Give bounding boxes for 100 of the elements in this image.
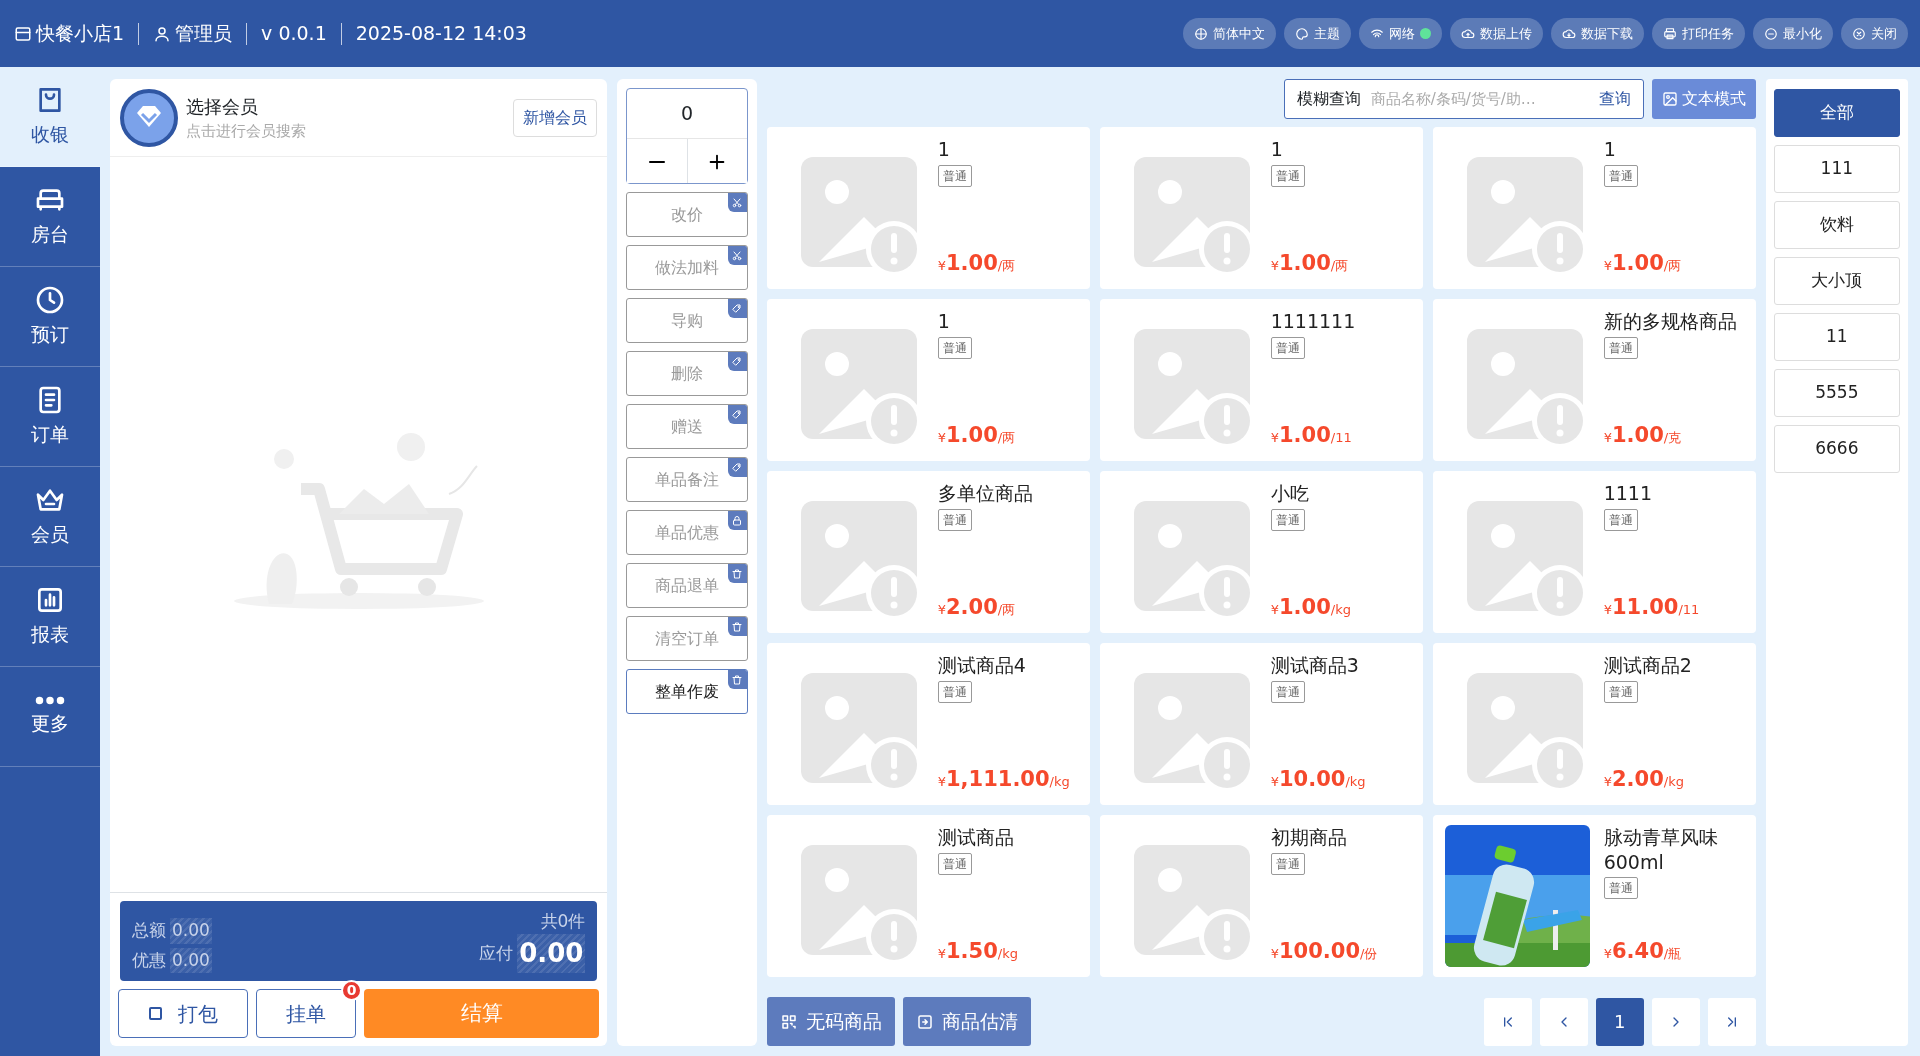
search-button[interactable]: 查询 bbox=[1590, 87, 1631, 111]
close-icon bbox=[1852, 26, 1866, 41]
product-price: ¥10.00/kg bbox=[1270, 765, 1366, 793]
product-name: 1 bbox=[937, 137, 951, 162]
pagination-button[interactable] bbox=[1707, 997, 1756, 1046]
category-button[interactable]: 5555 bbox=[1773, 369, 1900, 417]
product-name: 新的多规格商品 bbox=[1603, 309, 1737, 334]
printer-icon bbox=[1663, 26, 1677, 41]
action-button[interactable]: 无码商品 bbox=[766, 997, 895, 1046]
product-name: 初期商品 bbox=[1270, 825, 1348, 850]
quantity-value: 0 bbox=[680, 101, 694, 127]
product-card[interactable]: 新的多规格商品 普通 ¥1.00/克 bbox=[1432, 299, 1756, 461]
product-tag: 普通 bbox=[1270, 852, 1305, 875]
toolbar-button[interactable]: 网络 bbox=[1359, 17, 1442, 50]
product-tag: 普通 bbox=[937, 508, 972, 531]
pagination-button[interactable] bbox=[1651, 997, 1700, 1046]
product-card[interactable]: 1 普通 ¥1.00/两 bbox=[1432, 127, 1756, 289]
member-hint: 点击进行会员搜索 bbox=[186, 120, 307, 142]
toolbar-button[interactable]: 打印任务 bbox=[1652, 17, 1745, 50]
product-name: 1111 bbox=[1603, 481, 1654, 506]
category-button[interactable]: 饮料 bbox=[1773, 201, 1900, 249]
total-label: 总额 bbox=[132, 919, 166, 942]
product-name: 测试商品3 bbox=[1270, 653, 1360, 678]
add-member-button[interactable]: 新增会员 bbox=[513, 98, 598, 137]
product-tag: 普通 bbox=[1603, 336, 1638, 359]
product-price: ¥1.00/两 bbox=[937, 421, 1016, 449]
product-name: 测试商品4 bbox=[937, 653, 1027, 678]
product-card[interactable]: 1 普通 ¥1.00/两 bbox=[766, 127, 1090, 289]
toolbar-button[interactable]: 最小化 bbox=[1753, 17, 1833, 50]
product-card[interactable]: 1111 普通 ¥11.00/11 bbox=[1432, 471, 1756, 633]
product-name: 测试商品2 bbox=[1603, 653, 1692, 678]
user-icon bbox=[153, 24, 172, 43]
product-name: 小吃 bbox=[1270, 481, 1310, 506]
product-card[interactable]: 测试商品3 普通 ¥10.00/kg bbox=[1099, 643, 1423, 805]
date-time: 2025-08-12 14:03 bbox=[355, 21, 527, 47]
tags-icon bbox=[731, 461, 744, 474]
discount-label: 优惠 bbox=[132, 948, 166, 972]
shop-icon bbox=[14, 24, 32, 43]
action-button[interactable]: 商品估清 bbox=[902, 997, 1031, 1046]
category-button[interactable]: 11 bbox=[1773, 313, 1900, 361]
product-tag: 普通 bbox=[937, 164, 972, 187]
product-tag: 普通 bbox=[937, 680, 972, 703]
product-card[interactable]: 测试商品2 普通 ¥2.00/kg bbox=[1432, 643, 1756, 805]
toolbar-button[interactable]: 简体中文 bbox=[1183, 17, 1276, 50]
product-price: ¥1.50/kg bbox=[937, 937, 1018, 965]
toolbar-button[interactable]: 关闭 bbox=[1841, 17, 1908, 50]
product-card[interactable]: 1 普通 ¥1.00/两 bbox=[766, 299, 1090, 461]
category-button[interactable]: 6666 bbox=[1773, 425, 1900, 473]
more-icon bbox=[35, 695, 65, 705]
pagination-button[interactable] bbox=[1483, 997, 1532, 1046]
product-tag: 普通 bbox=[937, 336, 972, 359]
product-name: 1 bbox=[1603, 137, 1617, 162]
trash-icon bbox=[731, 673, 744, 686]
product-card[interactable]: 1111111 普通 ¥1.00/11 bbox=[1099, 299, 1423, 461]
toolbar-button[interactable]: 数据下载 bbox=[1551, 17, 1644, 50]
product-card[interactable]: 1 普通 ¥1.00/两 bbox=[1099, 127, 1423, 289]
scissors-icon bbox=[731, 196, 744, 209]
product-card[interactable]: 测试商品 普通 ¥1.50/kg bbox=[766, 815, 1090, 977]
product-price: ¥11.00/11 bbox=[1603, 593, 1700, 621]
category-button[interactable]: 111 bbox=[1773, 145, 1900, 193]
pack-button[interactable]: 打包 bbox=[118, 989, 248, 1038]
tags-icon bbox=[731, 355, 744, 368]
product-price: ¥1.00/两 bbox=[1270, 249, 1349, 277]
operation-button[interactable]: 整单作废 bbox=[626, 669, 748, 714]
product-price: ¥6.40/瓶 bbox=[1603, 937, 1683, 965]
toolbar-button[interactable]: 数据上传 bbox=[1450, 17, 1543, 50]
pagination-button[interactable] bbox=[1539, 997, 1588, 1046]
user-name: 管理员 bbox=[175, 21, 233, 47]
product-tag: 普通 bbox=[1603, 680, 1638, 703]
product-name: 1 bbox=[1270, 137, 1284, 162]
product-name: 测试商品 bbox=[937, 825, 1015, 850]
sidebar-item[interactable]: 收银 bbox=[0, 67, 100, 167]
product-card[interactable]: 初期商品 普通 ¥100.00/份 bbox=[1099, 815, 1423, 977]
product-tag: 普通 bbox=[937, 852, 972, 875]
qr-code-icon bbox=[779, 1012, 798, 1031]
shop-name: 快餐小店1 bbox=[36, 21, 125, 47]
total-value: 0.00 bbox=[170, 918, 212, 944]
search-field[interactable]: 模糊查询 商品名称/条码/货号/助… 查询 bbox=[1283, 79, 1644, 119]
product-price: ¥2.00/两 bbox=[937, 593, 1017, 621]
toolbar-button[interactable]: 主题 bbox=[1284, 17, 1351, 50]
product-tag: 普通 bbox=[1270, 164, 1305, 187]
product-price: ¥1.00/11 bbox=[1270, 421, 1353, 449]
member-title[interactable]: 选择会员 bbox=[186, 92, 506, 120]
product-price: ¥1.00/两 bbox=[1603, 249, 1682, 277]
product-card[interactable]: 小吃 普通 ¥1.00/kg bbox=[1099, 471, 1423, 633]
page-button[interactable]: 1 bbox=[1595, 997, 1644, 1046]
product-price: ¥2.00/kg bbox=[1603, 765, 1685, 793]
product-card[interactable]: 多单位商品 普通 ¥2.00/两 bbox=[766, 471, 1090, 633]
category-button[interactable]: 大小顶 bbox=[1773, 257, 1900, 305]
product-name: 1111111 bbox=[1270, 309, 1356, 334]
product-price: ¥100.00/份 bbox=[1270, 937, 1378, 965]
trash-icon bbox=[731, 620, 744, 633]
product-tag: 普通 bbox=[1603, 164, 1638, 187]
tags-icon bbox=[731, 302, 744, 315]
product-card[interactable]: 脉动青草风味600ml 普通 ¥6.40/瓶 bbox=[1432, 815, 1756, 977]
category-button[interactable]: 全部 bbox=[1773, 89, 1900, 137]
product-price: ¥1.00/两 bbox=[937, 249, 1016, 277]
plus-button[interactable] bbox=[686, 139, 747, 183]
minimize-icon bbox=[1764, 26, 1778, 41]
product-card[interactable]: 测试商品4 普通 ¥1,111.00/kg bbox=[766, 643, 1090, 805]
